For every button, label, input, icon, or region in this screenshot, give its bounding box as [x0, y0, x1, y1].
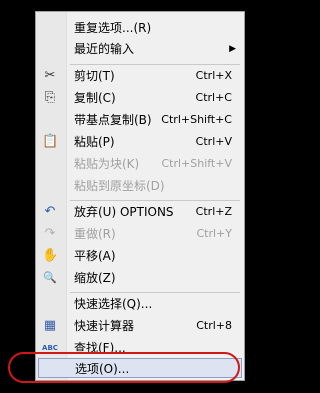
- menu-item-label: 复制(C): [74, 91, 116, 105]
- menu-item-shortcut: Ctrl+C: [195, 91, 232, 104]
- menu-item-paste-to-original-coords[interactable]: 粘贴到原坐标(D): [36, 176, 244, 196]
- menu-item-label: 最近的输入: [74, 42, 135, 56]
- menu-item-label: 快速计算器: [74, 319, 135, 333]
- menu-item-shortcut: Ctrl+Shift+V: [161, 157, 232, 170]
- menu-item-shortcut: Ctrl+Z: [195, 205, 232, 218]
- menu-item-label: 剪切(T): [74, 69, 115, 83]
- menu-item-label: 缩放(Z): [74, 271, 116, 285]
- menu-item-paste[interactable]: 📋 粘贴(P) Ctrl+V: [36, 132, 244, 152]
- menu-item-pan[interactable]: ✋ 平移(A): [36, 246, 244, 266]
- menu-item-shortcut: Ctrl+V: [195, 135, 232, 148]
- menu-item-cut[interactable]: ✂ 剪切(T) Ctrl+X: [36, 66, 244, 86]
- menu-item-copy-with-basepoint[interactable]: 带基点复制(B) Ctrl+Shift+C: [36, 110, 244, 130]
- menu-item-recent-input[interactable]: 最近的输入 ▶: [36, 39, 244, 59]
- menu-item-shortcut: Ctrl+8: [196, 319, 232, 332]
- menu-item-repeat-options[interactable]: 重复选项...(R): [36, 18, 244, 38]
- undo-icon: ↶: [44, 204, 56, 219]
- menu-item-label: 重复选项...(R): [74, 21, 152, 35]
- menu-item-label: 粘贴(P): [74, 135, 115, 149]
- menu-item-label: 粘贴到原坐标(D): [74, 179, 165, 193]
- redo-icon: ↷: [44, 226, 56, 241]
- menu-item-copy[interactable]: ⎘ 复制(C) Ctrl+C: [36, 88, 244, 108]
- menu-item-quick-select[interactable]: 快速选择(Q)...: [36, 294, 244, 314]
- highlight-annotation-oval: [8, 352, 240, 383]
- menu-item-label: 重做(R): [74, 227, 116, 241]
- scissors-icon: ✂: [44, 68, 56, 83]
- menu-item-paste-as-block[interactable]: 粘贴为块(K) Ctrl+Shift+V: [36, 154, 244, 174]
- menu-item-redo[interactable]: ↷ 重做(R) Ctrl+Y: [36, 224, 244, 244]
- menu-item-label: 粘贴为块(K): [74, 157, 140, 171]
- menu-item-label: 带基点复制(B): [74, 113, 152, 127]
- menu-item-quickcalc[interactable]: ▦ 快速计算器 Ctrl+8: [36, 316, 244, 336]
- submenu-arrow-icon: ▶: [229, 44, 236, 54]
- calculator-icon: ▦: [43, 318, 57, 333]
- menu-item-zoom[interactable]: 🔍 缩放(Z): [36, 268, 244, 288]
- menu-item-undo[interactable]: ↶ 放弃(U) OPTIONS Ctrl+Z: [36, 202, 244, 222]
- menu-item-label: 平移(A): [74, 249, 116, 263]
- zoom-icon: 🔍: [43, 271, 57, 284]
- context-menu: 重复选项...(R) 最近的输入 ▶ ✂ 剪切(T) Ctrl+X ⎘ 复制(C…: [35, 11, 245, 381]
- menu-item-shortcut: Ctrl+Y: [196, 227, 232, 240]
- menu-item-label: 放弃(U) OPTIONS: [74, 205, 174, 219]
- menu-separator: [70, 292, 240, 293]
- menu-separator: [70, 200, 240, 201]
- menu-separator: [70, 64, 240, 65]
- copy-icon: ⎘: [44, 90, 56, 105]
- menu-item-shortcut: Ctrl+Shift+C: [161, 113, 232, 126]
- menu-item-shortcut: Ctrl+X: [195, 69, 232, 82]
- hand-icon: ✋: [42, 248, 59, 263]
- clipboard-icon: 📋: [42, 134, 59, 149]
- menu-item-label: 快速选择(Q)...: [74, 297, 153, 311]
